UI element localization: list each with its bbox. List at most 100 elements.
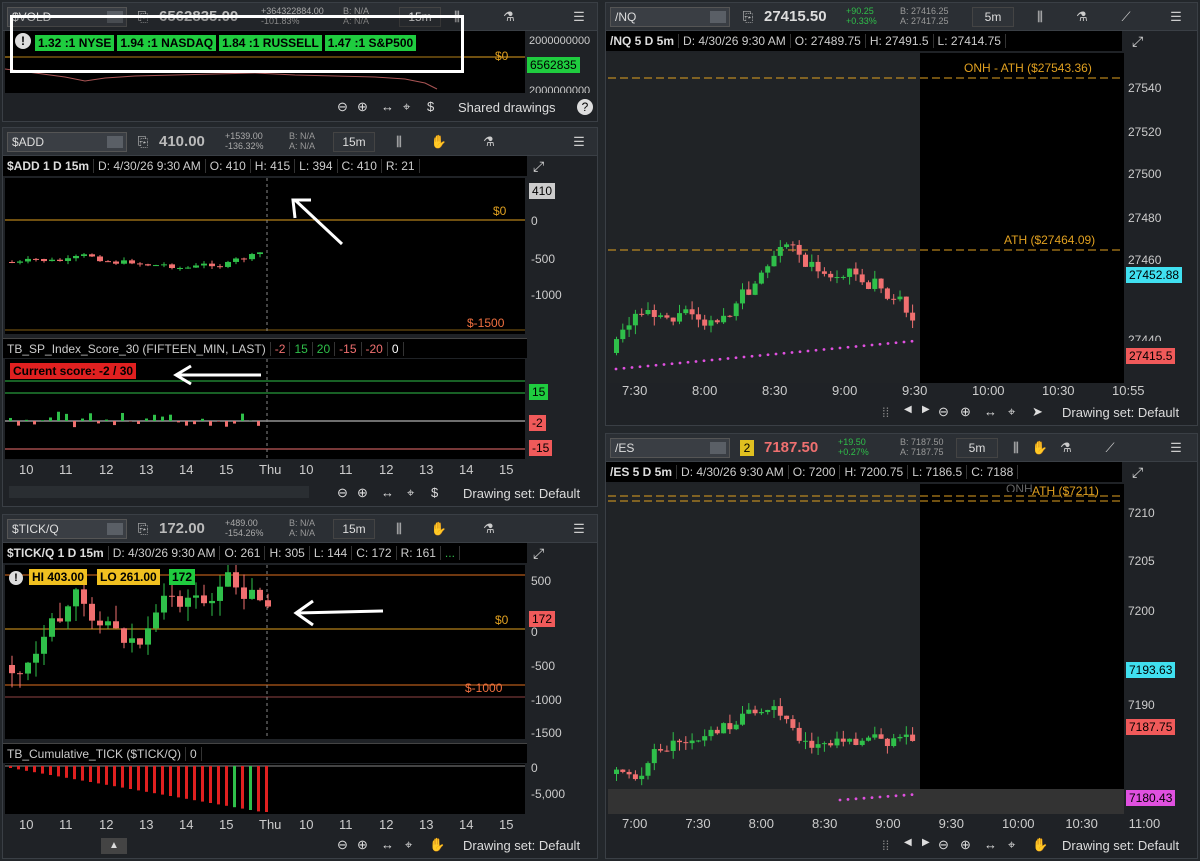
scroll-bar[interactable] xyxy=(9,486,309,498)
patterns-icon[interactable]: ⟋ xyxy=(1116,8,1136,26)
menu-icon[interactable]: ☰ xyxy=(569,133,589,151)
scroll-right-icon[interactable]: ▶ xyxy=(922,837,930,848)
studies-flask-icon[interactable]: ⚗ xyxy=(479,133,499,151)
add-chart[interactable]: $0 $-1500 xyxy=(5,178,525,334)
expand-icon[interactable]: ⤢ xyxy=(533,545,544,562)
menu-icon[interactable]: ☰ xyxy=(1166,439,1186,457)
zoom-in-icon[interactable]: ⊕ xyxy=(960,404,971,420)
zoom-in-icon[interactable]: ⊕ xyxy=(357,99,368,115)
pan-icon[interactable]: ↔ xyxy=(381,485,394,500)
studies-flask-icon[interactable]: ⚗ xyxy=(1072,8,1092,26)
vold-price-tag: 6562835 xyxy=(527,57,580,73)
aggregation-selector[interactable]: 5m xyxy=(972,7,1014,27)
vold-zero-label: $0 xyxy=(495,49,509,63)
zoom-in-icon[interactable]: ⊕ xyxy=(357,837,368,853)
link-icon[interactable]: ⎘ xyxy=(133,520,153,538)
add-symbol-selector[interactable]: $ADD xyxy=(7,132,127,152)
zoom-out-icon[interactable]: ⊖ xyxy=(337,837,348,853)
aggregation-selector[interactable]: 15m xyxy=(333,132,375,152)
crosshair-icon[interactable]: ⌖ xyxy=(405,837,412,853)
aggregation-selector[interactable]: 5m xyxy=(956,438,998,458)
studies-flask-icon[interactable]: ⚗ xyxy=(479,520,499,538)
expand-icon[interactable]: ⤢ xyxy=(1132,464,1143,481)
nq-chart[interactable]: ONH - ATH ($27543.36) ATH ($27464.09) xyxy=(608,53,1124,383)
candle-icon[interactable]: ⫼ xyxy=(389,520,409,538)
link-icon[interactable]: ⎘ xyxy=(738,8,758,26)
candle xyxy=(129,260,135,264)
candle-icon[interactable]: ⫼ xyxy=(1006,439,1026,457)
expand-icon[interactable]: ⤢ xyxy=(533,158,544,175)
zoom-out-icon[interactable]: ⊖ xyxy=(337,485,348,501)
bid: B: 27416.25 xyxy=(900,6,949,16)
hand-icon[interactable]: ✋ xyxy=(1030,439,1050,457)
pan-icon[interactable]: ↔ xyxy=(984,404,997,419)
zoom-out-icon[interactable]: ⊖ xyxy=(938,837,949,853)
candle xyxy=(620,329,626,340)
dollar-icon[interactable]: $ xyxy=(431,485,438,500)
patterns-icon[interactable]: ⟋ xyxy=(1100,439,1120,457)
hand-icon[interactable]: ✋ xyxy=(429,520,449,538)
add-study-chart[interactable]: Current score: -2 / 30 xyxy=(5,359,525,459)
zoom-out-icon[interactable]: ⊖ xyxy=(938,404,949,420)
pan-icon[interactable]: ↔ xyxy=(984,837,997,852)
studies-flask-icon[interactable]: ⚗ xyxy=(1056,439,1076,457)
chevron-down-icon[interactable] xyxy=(710,442,726,454)
hand-icon[interactable]: ✋ xyxy=(1032,837,1048,853)
crosshair-icon[interactable]: ⌖ xyxy=(407,485,414,501)
candle xyxy=(41,636,47,654)
drawing-set-label[interactable]: Drawing set: Default xyxy=(1062,838,1179,853)
candle-icon[interactable]: ⫼ xyxy=(1030,8,1050,26)
help-icon[interactable]: ? xyxy=(577,99,593,115)
pointer-icon[interactable]: ➤ xyxy=(1032,404,1043,420)
drawing-set-label[interactable]: Drawing set: Default xyxy=(1062,405,1179,420)
menu-icon[interactable]: ☰ xyxy=(1166,8,1186,26)
candle-icon[interactable]: ⫼ xyxy=(389,133,409,151)
menu-icon[interactable]: ☰ xyxy=(569,8,589,26)
add-bid-ask: B: N/A A: N/A xyxy=(289,131,315,151)
drawing-set-label[interactable]: Drawing set: Default xyxy=(463,486,580,501)
link-badge[interactable]: 2 xyxy=(740,440,754,456)
x-tick-label: 13 xyxy=(139,462,154,477)
drawing-set-label[interactable]: Drawing set: Default xyxy=(463,838,580,853)
tick-chart[interactable]: ! HI 403.00 LO 261.00 172 $0 $-1000 xyxy=(5,565,525,739)
dollar-icon[interactable]: $ xyxy=(427,99,434,114)
candle xyxy=(866,737,871,741)
hand-icon[interactable]: ✋ xyxy=(429,133,449,151)
study-bar xyxy=(201,418,204,421)
zoom-out-icon[interactable]: ⊖ xyxy=(337,99,348,115)
pan-icon[interactable]: ↔ xyxy=(381,99,394,114)
collapse-icon[interactable]: ▲ xyxy=(101,838,127,854)
studies-flask-icon[interactable]: ⚗ xyxy=(499,8,519,26)
scroll-handle[interactable]: ⁞⁞ xyxy=(882,405,889,420)
cum-tick-bar xyxy=(97,766,100,784)
es-symbol-selector[interactable]: /ES xyxy=(610,438,730,458)
hand-icon[interactable]: ✋ xyxy=(429,837,445,853)
scroll-left-icon[interactable]: ◀ xyxy=(904,837,912,848)
crosshair-icon[interactable]: ⌖ xyxy=(403,99,410,115)
link-icon[interactable]: ⎘ xyxy=(133,133,153,151)
candle xyxy=(758,712,764,714)
scroll-handle[interactable]: ⁞⁞ xyxy=(882,838,889,853)
zoom-in-icon[interactable]: ⊕ xyxy=(960,837,971,853)
candle xyxy=(884,738,890,747)
menu-icon[interactable]: ☰ xyxy=(569,520,589,538)
scroll-right-icon[interactable]: ▶ xyxy=(922,404,930,415)
chevron-down-icon[interactable] xyxy=(107,136,123,148)
crosshair-icon[interactable]: ⌖ xyxy=(1008,837,1015,853)
zoom-in-icon[interactable]: ⊕ xyxy=(357,485,368,501)
more[interactable]: ... xyxy=(440,546,460,560)
expand-icon[interactable]: ⤢ xyxy=(1132,33,1143,50)
shared-drawings-label[interactable]: Shared drawings xyxy=(458,100,556,115)
candle xyxy=(65,258,71,262)
scroll-left-icon[interactable]: ◀ xyxy=(904,404,912,415)
cum-tick-chart[interactable] xyxy=(5,764,525,814)
es-chart[interactable]: ONH ATH ($7211) xyxy=(608,482,1124,814)
crosshair-icon[interactable]: ⌖ xyxy=(1008,404,1015,420)
vwap-dot xyxy=(894,341,898,345)
aggregation-selector[interactable]: 15m xyxy=(333,519,375,539)
chevron-down-icon[interactable] xyxy=(710,11,726,23)
nq-symbol-selector[interactable]: /NQ xyxy=(610,7,730,27)
chevron-down-icon[interactable] xyxy=(107,523,123,535)
tick-symbol-selector[interactable]: $TICK/Q xyxy=(7,519,127,539)
pan-icon[interactable]: ↔ xyxy=(381,837,394,852)
